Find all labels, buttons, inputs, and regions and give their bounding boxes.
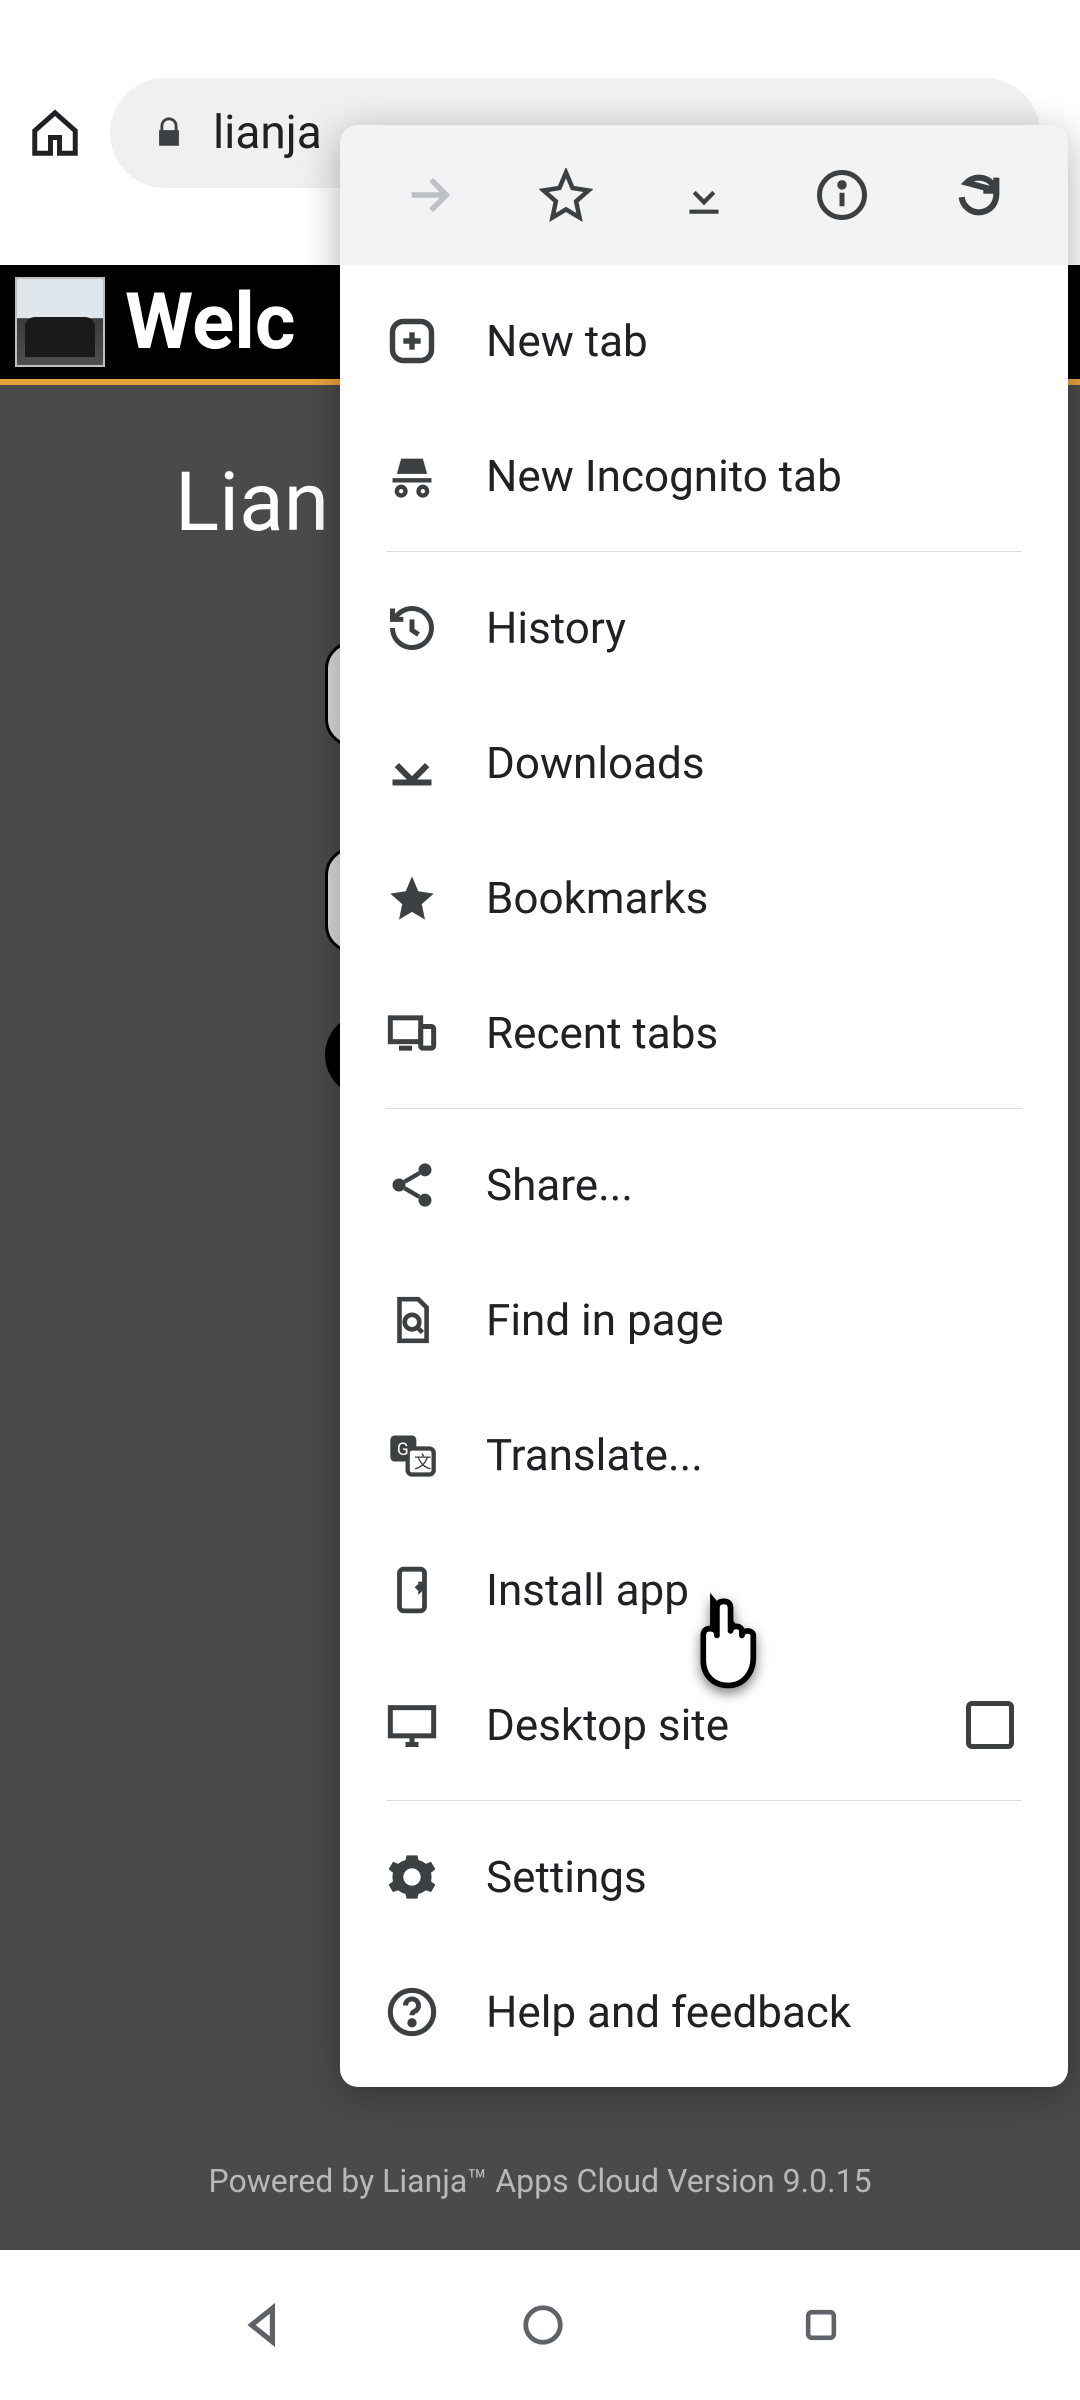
system-navbar: [0, 2250, 1080, 2400]
download-button[interactable]: [674, 165, 734, 225]
svg-text:文: 文: [414, 1453, 431, 1473]
info-button[interactable]: [812, 165, 872, 225]
menu-downloads[interactable]: Downloads: [340, 695, 1068, 830]
bookmark-star-button[interactable]: [536, 165, 596, 225]
menu-divider: [386, 1800, 1022, 1801]
gear-icon: [386, 1851, 438, 1903]
menu-new-tab[interactable]: New tab: [340, 273, 1068, 408]
home-nav-button[interactable]: [520, 2302, 566, 2348]
menu-new-incognito[interactable]: New Incognito tab: [340, 408, 1068, 543]
cursor-pointer-icon: [680, 1590, 772, 1690]
menu-item-label: Find in page: [486, 1294, 1022, 1346]
refresh-button[interactable]: [949, 165, 1009, 225]
menu-item-label: Downloads: [486, 737, 1022, 789]
share-icon: [386, 1159, 438, 1211]
menu-help[interactable]: Help and feedback: [340, 1944, 1068, 2079]
menu-item-label: Translate...: [486, 1429, 1022, 1481]
home-button[interactable]: [20, 98, 90, 168]
incognito-icon: [386, 450, 438, 502]
install-app-icon: [386, 1564, 438, 1616]
logo: [15, 277, 105, 367]
menu-item-label: Recent tabs: [486, 1007, 1022, 1059]
menu-item-label: Bookmarks: [486, 872, 1022, 924]
menu-item-label: Settings: [486, 1851, 1022, 1903]
downloads-icon: [386, 737, 438, 789]
menu-settings[interactable]: Settings: [340, 1809, 1068, 1944]
menu-item-label: Desktop site: [486, 1699, 918, 1751]
menu-top-row: [340, 125, 1068, 265]
menu-recent-tabs[interactable]: Recent tabs: [340, 965, 1068, 1100]
history-icon: [386, 602, 438, 654]
plus-square-icon: [386, 315, 438, 367]
menu-bookmarks[interactable]: Bookmarks: [340, 830, 1068, 965]
menu-item-label: New Incognito tab: [486, 450, 1022, 502]
menu-history[interactable]: History: [340, 560, 1068, 695]
page-footer: Powered by Lianja™ Apps Cloud Version 9.…: [0, 2112, 1080, 2250]
forward-button[interactable]: [399, 165, 459, 225]
desktop-icon: [386, 1699, 438, 1751]
page-header-title: Welc: [125, 277, 295, 368]
help-icon: [386, 1986, 438, 2038]
url-text: lianja: [213, 106, 322, 160]
star-filled-icon: [386, 872, 438, 924]
translate-icon: G文: [386, 1429, 438, 1481]
svg-text:G: G: [397, 1440, 409, 1460]
menu-translate[interactable]: G文 Translate...: [340, 1387, 1068, 1522]
menu-find-in-page[interactable]: Find in page: [340, 1252, 1068, 1387]
find-in-page-icon: [386, 1294, 438, 1346]
menu-share[interactable]: Share...: [340, 1117, 1068, 1252]
recents-button[interactable]: [799, 2303, 843, 2347]
menu-item-label: Help and feedback: [486, 1986, 1022, 2038]
menu-item-label: New tab: [486, 315, 1022, 367]
menu-item-label: Share...: [486, 1159, 1022, 1211]
menu-divider: [386, 551, 1022, 552]
lock-icon: [152, 114, 186, 152]
devices-icon: [386, 1007, 438, 1059]
desktop-site-checkbox[interactable]: [966, 1701, 1014, 1749]
menu-item-label: History: [486, 602, 1022, 654]
back-button[interactable]: [237, 2300, 287, 2350]
menu-divider: [386, 1108, 1022, 1109]
browser-menu: New tab New Incognito tab History Downlo…: [340, 125, 1068, 2087]
